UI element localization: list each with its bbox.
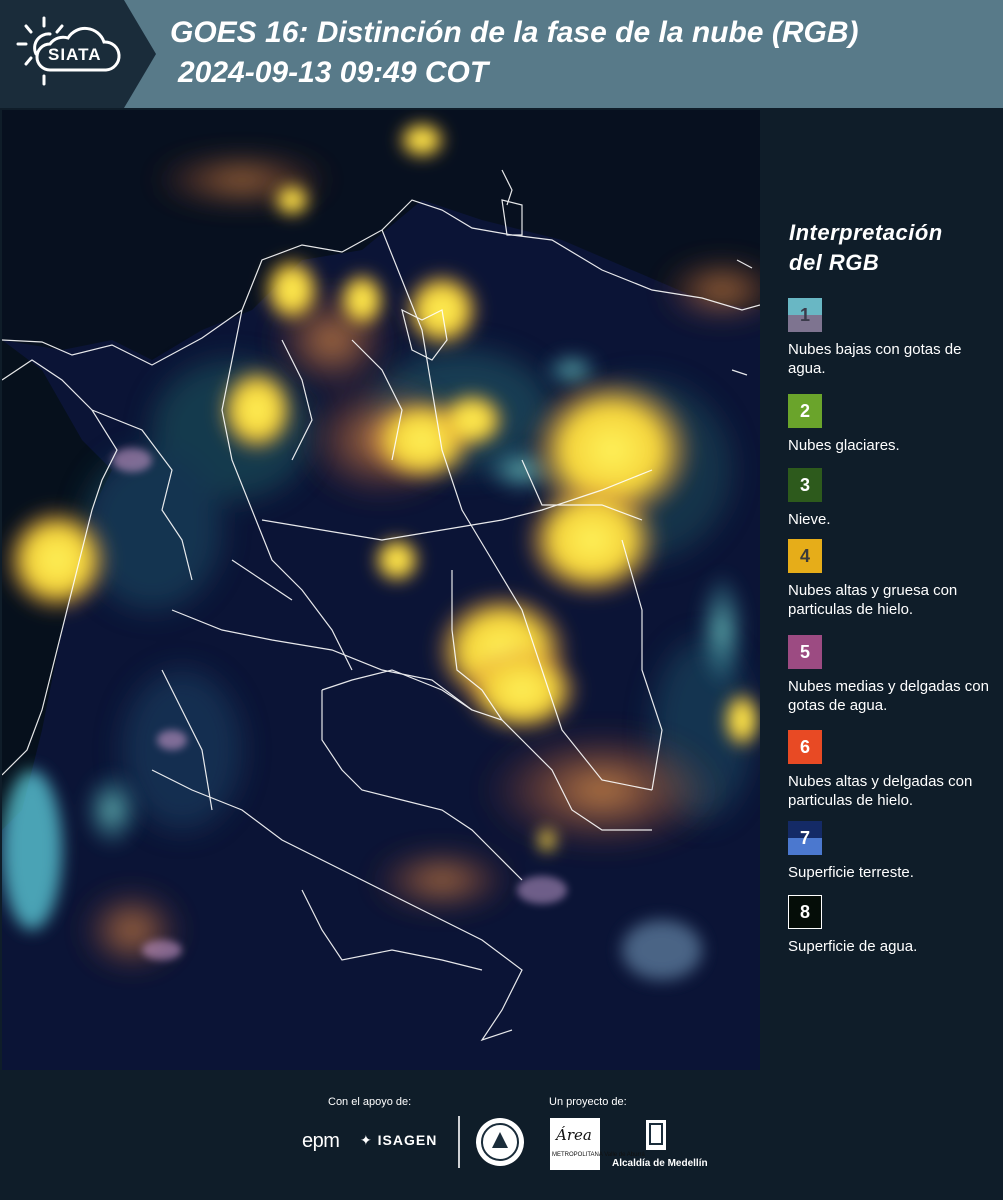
siata-logo-text: SIATA <box>48 45 102 64</box>
legend-swatch-7: 7 <box>788 821 822 855</box>
legend-number: 7 <box>799 827 810 848</box>
page-subtitle-timestamp: 2024-09-13 09:49 COT <box>178 56 489 89</box>
legend-swatch-5: 5 <box>788 635 822 669</box>
header-bar: SIATA GOES 16: Distinción de la fase de … <box>0 0 1003 108</box>
legend-panel: Interpretación del RGB 1 Nubes bajas con… <box>762 110 1003 1070</box>
footer: Con el apoyo de: Un proyecto de: epm ✦ I… <box>0 1070 1003 1200</box>
legend-number: 5 <box>799 641 810 662</box>
legend-label: Nubes glaciares. <box>788 437 900 454</box>
legend-number: 8 <box>799 901 810 922</box>
legend-label: Nubes altas y gruesa con particulas de h… <box>788 582 958 618</box>
university-seal-icon <box>476 1118 524 1166</box>
satellite-rgb-map[interactable] <box>2 110 760 1070</box>
legend-item-8: 8 Superficie de agua. <box>788 895 1000 956</box>
legend-item-4: 4 Nubes altas y gruesa con particulas de… <box>788 539 1000 619</box>
support-label: Con el apoyo de: <box>328 1096 412 1108</box>
legend-swatch-8: 8 <box>788 895 822 929</box>
legend-item-3: 3 Nieve. <box>788 468 1000 529</box>
legend-swatch-1: 1 <box>788 298 822 332</box>
legend-number: 1 <box>799 304 810 325</box>
isagen-logo-text: ISAGEN <box>377 1132 438 1148</box>
legend-label: Nieve. <box>788 511 831 528</box>
legend-item-7: 7 Superficie terreste. <box>788 821 1000 882</box>
alcaldia-medellin-logo-text: Alcaldía de Medellín <box>612 1158 708 1169</box>
legend-label: Nubes bajas con gotas de agua. <box>788 341 962 377</box>
legend-item-6: 6 Nubes altas y delgadas con particulas … <box>788 730 1000 810</box>
legend-number: 3 <box>799 474 810 495</box>
alcaldia-shield-icon <box>646 1120 666 1150</box>
epm-logo: epm <box>302 1130 340 1152</box>
siata-logo: SIATA <box>0 0 156 108</box>
project-label: Un proyecto de: <box>549 1096 627 1108</box>
legend-number: 6 <box>799 736 810 757</box>
map-image <box>2 110 760 1070</box>
legend-number: 4 <box>799 545 810 566</box>
isagen-mark-icon: ✦ <box>360 1132 378 1148</box>
legend-item-2: 2 Nubes glaciares. <box>788 394 1000 455</box>
legend-number: 2 <box>799 400 810 421</box>
legend-swatch-6: 6 <box>788 730 822 764</box>
isagen-logo: ✦ ISAGEN <box>360 1132 437 1149</box>
legend-label: Nubes altas y delgadas con particulas de… <box>788 773 973 809</box>
legend-label: Superficie de agua. <box>788 938 918 955</box>
legend-item-5: 5 Nubes medias y delgadas con gotas de a… <box>788 635 1000 715</box>
legend-swatch-4: 4 <box>788 539 822 573</box>
legend-item-1: 1 Nubes bajas con gotas de agua. <box>788 298 1000 378</box>
legend-title: Interpretación del RGB <box>789 218 943 278</box>
legend-label: Superficie terreste. <box>788 864 914 881</box>
legend-title-line1: Interpretación <box>789 220 943 245</box>
legend-swatch-3: 3 <box>788 468 822 502</box>
legend-label: Nubes medias y delgadas con gotas de agu… <box>788 678 989 714</box>
page-title: GOES 16: Distinción de la fase de la nub… <box>170 16 859 49</box>
legend-title-line2: del RGB <box>789 250 880 275</box>
area-metropolitana-title: Área <box>556 1126 592 1144</box>
footer-divider <box>458 1116 460 1168</box>
legend-swatch-2: 2 <box>788 394 822 428</box>
